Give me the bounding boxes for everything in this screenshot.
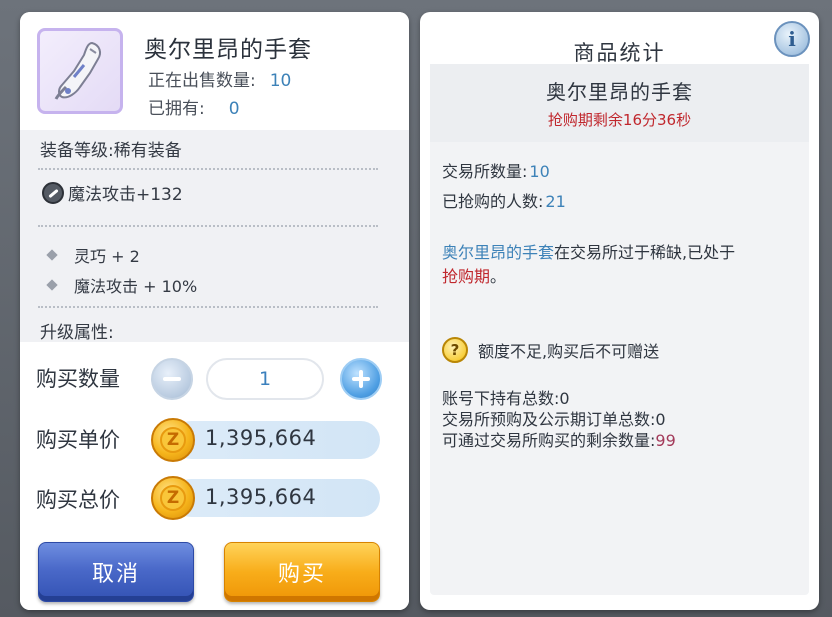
cancel-button[interactable]: 取消 xyxy=(38,542,194,602)
bonus-stat-text: 魔法攻击 + 10% xyxy=(74,277,198,296)
on-sale-count: 正在出售数量: 10 xyxy=(148,66,291,91)
unit-price-value: 1,395,664 xyxy=(205,426,317,450)
main-stat-text: 魔法攻击+132 xyxy=(68,185,183,205)
owned-count: 已拥有: 0 xyxy=(148,94,240,119)
total-price-label: 购买总价 xyxy=(36,488,120,512)
increase-quantity-button[interactable] xyxy=(340,358,382,400)
notice-end: 。 xyxy=(490,267,507,286)
minus-icon xyxy=(163,377,181,381)
product-stats-panel: 商品统计 i 奥尔里昂的手套 抢购期剩余16分36秒 交易所数量: 10 已抢购的… xyxy=(420,12,819,610)
decrease-quantity-button[interactable] xyxy=(151,358,193,400)
remaining-label: 可通过交易所购买的剩余数量: xyxy=(442,431,656,450)
bonus-stat: 灵巧 + 2 xyxy=(46,243,140,267)
divider xyxy=(38,306,378,308)
buy-button[interactable]: 购买 xyxy=(224,542,380,602)
bonus-stat: 魔法攻击 + 10% xyxy=(46,273,198,297)
total-price-value: 1,395,664 xyxy=(205,485,317,509)
rush-period-text: 抢购期 xyxy=(442,267,491,286)
upgrade-label: 升级属性: xyxy=(40,323,114,343)
buyers-label: 已抢购的人数: xyxy=(442,192,544,211)
info-icon[interactable]: i xyxy=(774,21,810,57)
owned-label: 已拥有: xyxy=(148,99,205,119)
main-stat: 魔法攻击+132 xyxy=(42,180,183,205)
coin-glyph: Z xyxy=(160,427,186,453)
unit-price-label: 购买单价 xyxy=(36,428,120,452)
diamond-bullet-icon xyxy=(46,279,58,291)
scarcity-notice: 奥尔里昂的手套在交易所过于稀缺,已处于抢购期。 xyxy=(442,241,797,289)
item-link[interactable]: 奥尔里昂的手套 xyxy=(442,243,554,262)
equip-level: 装备等级:稀有装备 xyxy=(40,141,182,161)
purchase-dialog: 奥尔里昂的手套 正在出售数量: 10 已拥有: 0 装备等级:稀有装备 魔法攻击+1… xyxy=(20,12,409,610)
remaining-count: 可通过交易所购买的剩余数量:99 xyxy=(442,427,676,451)
quantity-input[interactable]: 1 xyxy=(206,358,324,400)
magic-attack-icon xyxy=(42,181,64,204)
warning-text: 额度不足,购买后不可赠送 xyxy=(478,342,660,361)
exchange-count: 交易所数量: 10 xyxy=(442,158,550,182)
stats-body xyxy=(430,64,809,595)
remaining-value: 99 xyxy=(655,431,676,450)
exchange-count-value: 10 xyxy=(529,162,550,181)
item-stats-box[interactable] xyxy=(20,130,409,342)
on-sale-value: 10 xyxy=(269,71,292,91)
glove-item-icon[interactable] xyxy=(37,28,123,114)
on-sale-label: 正在出售数量: xyxy=(148,71,256,91)
rush-period-timer: 抢购期剩余16分36秒 xyxy=(547,111,692,129)
quantity-label: 购买数量 xyxy=(36,367,120,391)
zeny-coin-icon: Z xyxy=(151,476,195,520)
notice-text: 在交易所过于稀缺,已处于 xyxy=(554,243,736,262)
zeny-coin-icon: Z xyxy=(151,418,195,462)
divider xyxy=(38,168,378,170)
divider xyxy=(38,225,378,227)
exchange-count-label: 交易所数量: xyxy=(442,162,528,181)
question-icon[interactable]: ? xyxy=(442,337,468,363)
diamond-bullet-icon xyxy=(46,249,58,261)
buyers-value: 21 xyxy=(545,192,566,211)
bonus-stat-text: 灵巧 + 2 xyxy=(74,247,140,266)
quota-warning: ? 额度不足,购买后不可赠送 xyxy=(442,337,659,363)
stats-item-name: 奥尔里昂的手套 xyxy=(546,80,693,104)
plus-icon-vertical xyxy=(359,370,363,388)
buyers-count: 已抢购的人数: 21 xyxy=(442,188,566,212)
item-name: 奥尔里昂的手套 xyxy=(144,37,312,63)
owned-value: 0 xyxy=(228,99,240,119)
coin-glyph: Z xyxy=(160,485,186,511)
panel-title: 商品统计 xyxy=(573,41,666,65)
